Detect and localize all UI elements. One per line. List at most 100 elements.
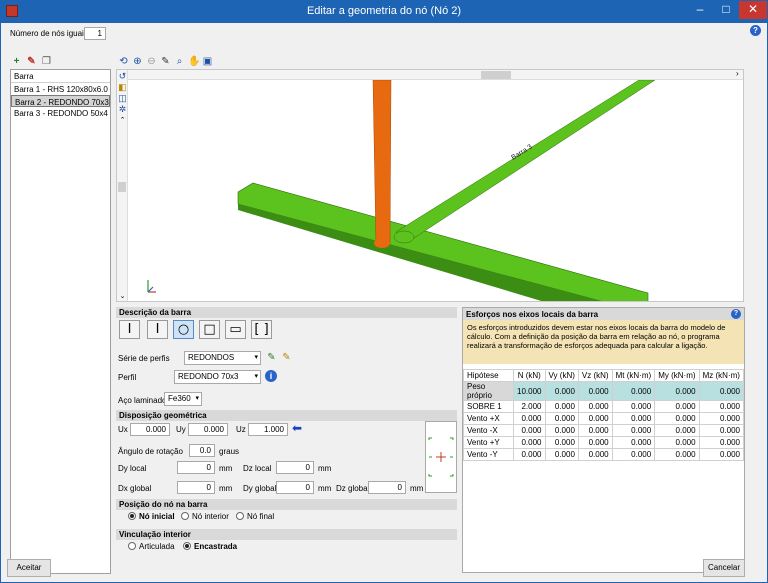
serie-select[interactable]: REDONDOS ▾ [184, 351, 261, 365]
cell[interactable]: 0.000 [698, 448, 745, 461]
dy-local-input[interactable]: 0 [177, 461, 215, 474]
cell[interactable]: 0.000 [544, 436, 579, 449]
cell[interactable]: 0.000 [577, 436, 613, 449]
cancel-button[interactable]: Cancelar [703, 559, 745, 577]
cell[interactable]: 0.000 [654, 448, 700, 461]
cell[interactable]: 0.000 [611, 412, 656, 425]
radio-encastrada[interactable]: Encastrada [183, 542, 237, 551]
perfil-select[interactable]: REDONDO 70x3 ▾ [174, 370, 261, 384]
cell[interactable]: 0.000 [611, 448, 656, 461]
cell[interactable]: 0.000 [513, 412, 546, 425]
profile-channel-icon[interactable]: [ ] [251, 320, 272, 339]
rotate-view-icon[interactable]: ↺ [117, 71, 128, 81]
dz-global-input[interactable]: 0 [368, 481, 406, 494]
pencil-icon[interactable]: ✎ [160, 56, 171, 67]
vertical-scroll-thumb[interactable] [118, 182, 126, 192]
scroll-up-icon[interactable]: ⌃ [117, 116, 128, 126]
horizontal-scrollbar[interactable]: › [128, 70, 743, 80]
cell[interactable]: 0.000 [698, 412, 745, 425]
uz-input[interactable]: 1.000 [248, 423, 288, 436]
cell[interactable]: 0.000 [654, 400, 700, 413]
table-row[interactable]: Vento +Y 0.000 0.000 0.000 0.000 0.000 0… [463, 436, 745, 449]
ux-input[interactable]: 0.000 [130, 423, 170, 436]
dx-global-input[interactable]: 0 [177, 481, 215, 494]
zoom-icon[interactable]: ⌕ [174, 56, 185, 67]
uy-input[interactable]: 0.000 [188, 423, 228, 436]
edit-series-icon[interactable]: ✎ [266, 352, 277, 363]
rotation-input[interactable]: 0.0 [189, 444, 215, 457]
table-row[interactable]: SOBRE 1 2.000 0.000 0.000 0.000 0.000 0.… [463, 400, 745, 413]
equal-nodes-input[interactable]: 1 [84, 27, 106, 40]
cell[interactable]: 0.000 [544, 448, 579, 461]
arrow-left-icon[interactable]: ⬅ [292, 421, 302, 435]
aco-select[interactable]: Fe360 ▾ [164, 392, 202, 406]
cell[interactable]: 0.000 [611, 381, 656, 401]
bar-list-item[interactable]: Barra 3 - REDONDO 50x4 [11, 107, 110, 119]
screenshot-icon[interactable]: ▣ [202, 56, 213, 67]
radio-articulada[interactable]: Articulada [128, 542, 175, 551]
cell[interactable]: 0.000 [654, 436, 700, 449]
cell[interactable]: 0.000 [577, 412, 613, 425]
view-cube-icon[interactable]: ◧ [117, 82, 128, 92]
cell[interactable]: 0.000 [698, 381, 745, 401]
edit-series-2-icon[interactable]: ✎ [281, 352, 292, 363]
table-row[interactable]: Vento -Y 0.000 0.000 0.000 0.000 0.000 0… [463, 448, 745, 461]
profile-i-icon[interactable]: I [119, 320, 140, 339]
cell[interactable]: 0.000 [611, 424, 656, 437]
help-icon[interactable]: ? [731, 309, 741, 319]
zoom-all-icon[interactable]: ⟲ [118, 56, 129, 67]
viewport-3d[interactable]: ⌄ ↺ ◧ ◫ ✲ ⌃ › Barra 3 [116, 69, 744, 302]
table-row[interactable]: Vento +X 0.000 0.000 0.000 0.000 0.000 0… [463, 412, 745, 425]
cell[interactable]: 0.000 [513, 436, 546, 449]
profile-rect-icon[interactable]: ▭ [225, 320, 246, 339]
radio-no-inicial[interactable]: Nó inicial [128, 512, 175, 521]
cell[interactable]: 0.000 [698, 436, 745, 449]
close-button[interactable]: ✕ [739, 1, 767, 19]
cell[interactable]: 0.000 [698, 400, 745, 413]
bar-list-item[interactable]: Barra 1 - RHS 120x80x6.0 [11, 83, 110, 95]
maximize-button[interactable]: □ [713, 1, 739, 19]
cell[interactable]: 0.000 [698, 424, 745, 437]
radio-no-final[interactable]: Nó final [236, 512, 274, 521]
profile-round-icon[interactable]: ○ [173, 320, 194, 339]
cell[interactable]: 0.000 [513, 424, 546, 437]
scroll-down-icon[interactable]: ⌄ [117, 292, 128, 300]
help-icon[interactable]: ? [750, 25, 761, 36]
minimize-button[interactable]: – [687, 1, 713, 19]
view-front-icon[interactable]: ◫ [117, 93, 128, 103]
info-icon[interactable]: i [265, 370, 277, 382]
cell[interactable]: 0.000 [513, 448, 546, 461]
cell[interactable]: 0.000 [654, 381, 700, 401]
profile-i-wide-icon[interactable]: I [147, 320, 168, 339]
horizontal-scroll-thumb[interactable] [481, 71, 511, 79]
cell[interactable]: 0.000 [544, 412, 579, 425]
table-row[interactable]: Vento -X 0.000 0.000 0.000 0.000 0.000 0… [463, 424, 745, 437]
cell[interactable]: 0.000 [611, 400, 656, 413]
radio-no-interior[interactable]: Nó interior [181, 512, 229, 521]
table-row[interactable]: Peso próprio 10.000 0.000 0.000 0.000 0.… [463, 381, 745, 401]
cell[interactable]: 0.000 [577, 424, 613, 437]
add-bar-icon[interactable]: + [11, 56, 22, 67]
cell[interactable]: 0.000 [654, 424, 700, 437]
scroll-right-icon[interactable]: › [736, 70, 739, 78]
cell[interactable]: 10.000 [513, 381, 546, 401]
view-settings-icon[interactable]: ✲ [117, 104, 128, 114]
dy-global-input[interactable]: 0 [276, 481, 314, 494]
cell[interactable]: 2.000 [513, 400, 546, 413]
cell[interactable]: 0.000 [577, 381, 613, 401]
delete-bar-icon[interactable]: ✎ [26, 56, 37, 67]
zoom-window-icon[interactable]: ⊕ [132, 56, 143, 67]
dz-local-input[interactable]: 0 [276, 461, 314, 474]
cell[interactable]: 0.000 [577, 400, 613, 413]
cell[interactable]: 0.000 [544, 424, 579, 437]
cell[interactable]: 0.000 [611, 436, 656, 449]
cell[interactable]: 0.000 [654, 412, 700, 425]
cell[interactable]: 0.000 [544, 381, 579, 401]
pan-hand-icon[interactable]: ✋ [188, 56, 200, 67]
cell[interactable]: 0.000 [577, 448, 613, 461]
zoom-out-icon[interactable]: ⊖ [146, 56, 157, 67]
bar-list-item-selected[interactable]: Barra 2 - REDONDO 70x3 [11, 95, 110, 107]
copy-bar-icon[interactable]: ❐ [41, 56, 52, 67]
accept-button[interactable]: Aceitar [7, 559, 51, 577]
cell[interactable]: 0.000 [544, 400, 579, 413]
